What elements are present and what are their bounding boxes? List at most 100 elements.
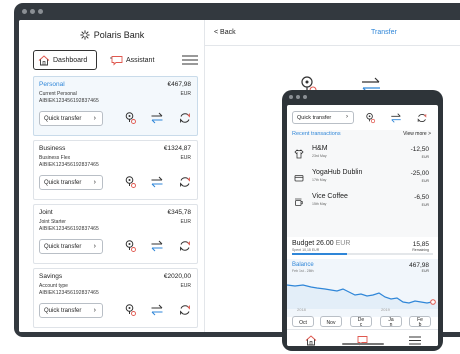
account-type: Joint Starter [39,219,66,225]
chat-icon [110,55,123,66]
balance-current-point [430,299,436,305]
budget-title-text: Budget 26.00 [292,240,334,247]
transaction-date: 17th May [312,178,327,182]
budget-progress-fill [292,253,347,255]
hamburger-menu-button[interactable] [182,50,198,70]
transaction-row[interactable]: H&M 23rd May -12,50 EUR [287,143,438,163]
month-jan[interactable]: Ja n [380,316,402,327]
polaris-logo-icon [80,30,90,40]
refresh-icon[interactable] [178,303,192,317]
month-dec[interactable]: De c [350,316,372,327]
month-feb[interactable]: Fe b [409,316,431,327]
pay-contact-icon[interactable] [123,175,137,189]
dashboard-label: Dashboard [53,56,88,64]
home-indicator [342,343,384,345]
account-iban: AIBIEK123456192837465 [39,98,99,104]
balance-currency: EUR [421,269,429,273]
year-label: 2019 [381,307,390,312]
hamburger-icon[interactable] [409,333,421,345]
window-dot-minimize[interactable] [30,9,35,14]
account-iban: AIBIEK123456192837465 [39,290,99,296]
quick-transfer-button[interactable]: Quick transfer › [39,303,103,318]
phone-device: Quick transfer › Recent transactions View… [282,90,443,351]
budget-currency: EUR [335,240,351,247]
chevron-right-icon: › [93,307,96,314]
account-balance: €1324,87 [163,145,191,152]
transaction-row[interactable]: YogaHub Dublin 17th May -25,00 EUR [287,167,438,187]
quick-transfer-button[interactable]: Quick transfer › [39,111,103,126]
assistant-label: Assistant [126,56,155,64]
budget-progress-bar [292,253,433,255]
transfer-arrows-icon[interactable] [150,111,164,125]
pay-contact-icon[interactable] [123,111,137,125]
quick-transfer-label: Quick transfer [44,115,82,122]
account-iban: AIBIEK123456192837465 [39,162,99,168]
home-icon[interactable] [305,333,317,346]
dashboard-button[interactable]: Dashboard [33,50,97,70]
transaction-merchant: YogaHub Dublin [312,169,363,176]
account-currency: EUR [180,91,191,97]
quick-transfer-button[interactable]: Quick transfer › [39,175,103,190]
window-dot-close[interactable] [22,9,27,14]
chevron-right-icon: › [93,243,96,250]
phone-dot [289,95,293,99]
chevron-right-icon: › [93,179,96,186]
transaction-currency: EUR [421,203,429,207]
phone-dot [303,95,307,99]
balance-amount: 467,98 [409,262,429,269]
transfer-arrows-icon[interactable] [150,239,164,253]
account-card-business[interactable]: Business €1324,87 Business Flex EUR AIBI… [33,140,198,200]
balance-area [287,285,438,309]
account-name: Business [39,145,66,152]
page-title: Transfer [371,29,397,36]
account-type: Account type [39,283,68,289]
sidebar: Polaris Bank Dashboard Assistant Persona… [19,20,205,332]
header-divider [205,45,460,46]
chevron-right-icon: › [93,115,96,122]
transfer-arrows-icon[interactable] [150,303,164,317]
refresh-icon[interactable] [178,111,192,125]
quick-transfer-label: Quick transfer [297,114,332,121]
balance-title: Balance [292,262,314,268]
window-dot-maximize[interactable] [38,9,43,14]
brand: Polaris Bank [19,28,205,42]
back-button[interactable]: < Back [214,29,236,36]
balance-period: Feb 1st - 28th [292,269,314,273]
account-card-joint[interactable]: Joint €345,78 Joint Starter EUR AIBIEK12… [33,204,198,264]
month-nov[interactable]: Nov [320,316,342,327]
transaction-row[interactable]: Vice Coffee 15th May -6,50 EUR [287,191,438,211]
phone-dot [296,95,300,99]
refresh-icon[interactable] [178,175,192,189]
quick-transfer-button[interactable]: Quick transfer › [39,239,103,254]
budget-spent: Spent 10,15 EUR [292,248,320,252]
account-iban: AIBIEK123456192837465 [39,226,99,232]
account-type: Business Flex [39,155,71,161]
transfer-arrows-icon[interactable] [150,175,164,189]
recent-transactions-title: Recent transactions [292,131,341,137]
transaction-date: 23rd May [312,154,327,158]
account-currency: EUR [180,155,191,161]
transaction-amount: -25,00 [410,170,429,177]
refresh-icon[interactable] [416,111,428,123]
account-name: Savings [39,273,63,280]
month-selector: Oct Nov De c Ja n Fe b [287,316,438,328]
account-card-savings[interactable]: Savings €2020,00 Account type EUR AIBIEK… [33,268,198,328]
quick-transfer-button[interactable]: Quick transfer › [292,111,354,124]
coffee-icon [294,194,304,206]
pay-contact-icon[interactable] [123,239,137,253]
transfer-arrows-icon[interactable] [390,111,402,123]
view-more-link[interactable]: View more > [403,131,431,137]
pay-contact-icon[interactable] [364,111,376,124]
assistant-button[interactable]: Assistant [109,50,167,70]
refresh-icon[interactable] [178,239,192,253]
transaction-merchant: H&M [312,145,328,152]
quick-transfer-label: Quick transfer [44,307,82,314]
month-oct[interactable]: Oct [292,316,314,327]
quick-transfer-label: Quick transfer [44,179,82,186]
pay-contact-icon[interactable] [123,303,137,317]
account-currency: EUR [180,219,191,225]
chevron-right-icon: › [346,114,348,120]
account-balance: €2020,00 [163,273,191,280]
brand-name: Polaris Bank [93,30,145,40]
account-card-personal[interactable]: Personal €467,98 Current Personal EUR AI… [33,76,198,136]
